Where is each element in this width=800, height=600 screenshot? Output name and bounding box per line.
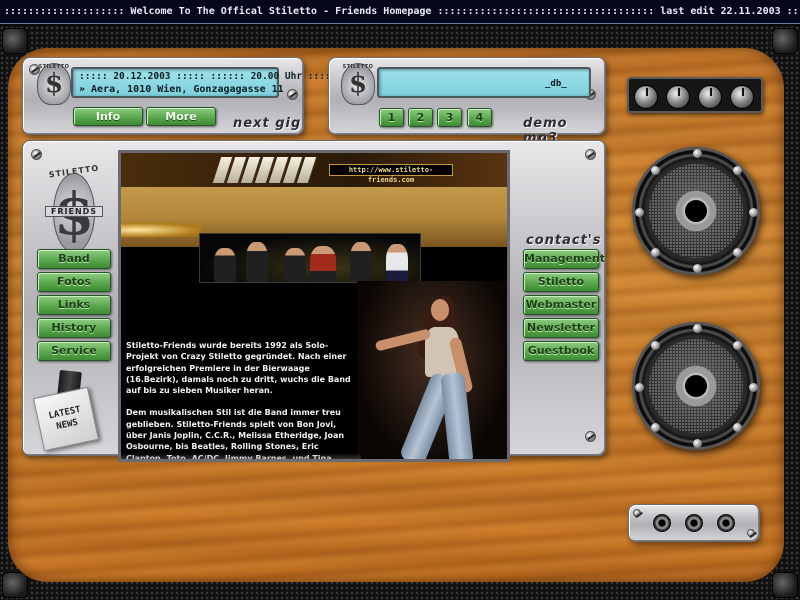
logo-text: STILETTO bbox=[38, 64, 70, 70]
window-title-bar: :::::::::::::::::::: Welcome To The Offi… bbox=[0, 0, 800, 24]
bolt-icon bbox=[651, 423, 660, 432]
singer-photo bbox=[357, 281, 507, 459]
band-photo bbox=[199, 233, 421, 283]
intro-text: Stiletto-Friends wurde bereits 1992 als … bbox=[126, 340, 352, 459]
logo-letter: $ bbox=[348, 69, 368, 99]
nav-links-button[interactable]: Links bbox=[37, 295, 111, 315]
bolt-icon bbox=[651, 248, 660, 257]
jack-plate bbox=[628, 504, 760, 542]
stiletto-logo: STILETTO $ bbox=[37, 63, 71, 105]
knob-icon[interactable] bbox=[730, 85, 754, 109]
speaker-cone bbox=[649, 339, 743, 433]
screw-icon bbox=[287, 89, 298, 100]
mp3-display-text: _db_ bbox=[545, 79, 567, 89]
bolt-icon bbox=[693, 324, 702, 333]
header-banner: http://www.stiletto-friends.com bbox=[121, 153, 507, 187]
track-4-button[interactable]: 4 bbox=[467, 108, 492, 127]
contact-stiletto-button[interactable]: Stiletto bbox=[523, 272, 599, 292]
band-member bbox=[386, 244, 408, 282]
content-area: http://www.stiletto-friends.com Stiletto… bbox=[118, 150, 510, 462]
band-member bbox=[350, 242, 372, 282]
knob-panel bbox=[627, 77, 763, 113]
band-member bbox=[310, 246, 336, 282]
screw-icon bbox=[633, 509, 641, 517]
band-member bbox=[214, 248, 236, 282]
contact-management-button[interactable]: Management bbox=[523, 249, 605, 269]
bolt-icon bbox=[693, 149, 702, 158]
corner-cap bbox=[2, 28, 28, 54]
nav-service-button[interactable]: Service bbox=[37, 341, 111, 361]
bolt-icon bbox=[733, 166, 742, 175]
knob-icon[interactable] bbox=[666, 85, 690, 109]
track-1-button[interactable]: 1 bbox=[379, 108, 404, 127]
bolt-icon bbox=[733, 341, 742, 350]
screw-icon bbox=[747, 529, 755, 537]
nav-fotos-button[interactable]: Fotos bbox=[37, 272, 111, 292]
demo-mp3-panel: STILETTO $ _db_ 1 2 3 4 demo mp3 bbox=[328, 57, 606, 146]
more-button[interactable]: More bbox=[146, 107, 216, 126]
screw-icon bbox=[31, 149, 42, 160]
intro-paragraph: Stiletto-Friends wurde bereits 1992 als … bbox=[126, 341, 351, 396]
knob-icon[interactable] bbox=[698, 85, 722, 109]
gig-date-time: ::::: 20.12.2003 ::::: :::::: 20.00 Uhr … bbox=[79, 71, 337, 82]
track-3-button[interactable]: 3 bbox=[437, 108, 462, 127]
band-member bbox=[284, 248, 306, 282]
nav-history-button[interactable]: History bbox=[37, 318, 111, 338]
jack-icon[interactable] bbox=[717, 514, 735, 532]
speaker-bottom bbox=[632, 322, 760, 450]
bolt-icon bbox=[749, 383, 758, 392]
jack-icon[interactable] bbox=[653, 514, 671, 532]
nav-band-button[interactable]: Band bbox=[37, 249, 111, 269]
bolt-icon bbox=[733, 423, 742, 432]
jack-icon[interactable] bbox=[685, 514, 703, 532]
bolt-icon bbox=[733, 248, 742, 257]
info-button[interactable]: Info bbox=[73, 107, 143, 126]
corner-cap bbox=[2, 572, 28, 598]
stiletto-logo: STILETTO $ bbox=[341, 63, 375, 105]
logo-text: STILETTO bbox=[342, 64, 374, 70]
screw-icon bbox=[585, 149, 596, 160]
mp3-display: _db_ bbox=[377, 67, 591, 98]
site-url[interactable]: http://www.stiletto-friends.com bbox=[329, 164, 453, 184]
logo-bottom-text: FRIENDS bbox=[45, 206, 103, 217]
stiletto-friends-logo: STILETTO $ FRIENDS bbox=[45, 163, 103, 261]
text-fade bbox=[121, 453, 361, 459]
next-gig-panel: STILETTO $ ::::: 20.12.2003 ::::: ::::::… bbox=[22, 57, 336, 135]
next-gig-display: ::::: 20.12.2003 ::::: :::::: 20.00 Uhr … bbox=[71, 67, 336, 98]
knob-icon[interactable] bbox=[634, 85, 658, 109]
band-member bbox=[246, 242, 268, 282]
stage-light bbox=[121, 223, 201, 237]
corner-cap bbox=[772, 28, 798, 54]
speaker-cone bbox=[649, 164, 743, 258]
latest-news-note[interactable]: LATEST NEWS bbox=[32, 386, 100, 452]
contact-guestbook-button[interactable]: Guestbook bbox=[523, 341, 599, 361]
window-title: :::::::::::::::::::: Welcome To The Offi… bbox=[4, 6, 800, 17]
corner-cap bbox=[772, 572, 798, 598]
speaker-top bbox=[632, 147, 760, 275]
contact-newsletter-button[interactable]: Newsletter bbox=[523, 318, 599, 338]
bolt-icon bbox=[651, 166, 660, 175]
gig-location: » Aera, 1010 Wien, Gonzagagasse 11 bbox=[79, 84, 284, 95]
contacts-caption: contact's bbox=[526, 233, 602, 248]
contact-webmaster-button[interactable]: Webmaster bbox=[523, 295, 599, 315]
bolt-icon bbox=[693, 439, 702, 448]
track-2-button[interactable]: 2 bbox=[408, 108, 433, 127]
bolt-icon bbox=[693, 264, 702, 273]
bolt-icon bbox=[635, 383, 644, 392]
bolt-icon bbox=[749, 208, 758, 217]
logo-letter: $ bbox=[44, 69, 64, 99]
bolt-icon bbox=[635, 208, 644, 217]
screw-icon bbox=[585, 431, 596, 442]
next-gig-caption: next gig bbox=[233, 116, 302, 131]
singer-face bbox=[431, 299, 449, 321]
bolt-icon bbox=[651, 341, 660, 350]
